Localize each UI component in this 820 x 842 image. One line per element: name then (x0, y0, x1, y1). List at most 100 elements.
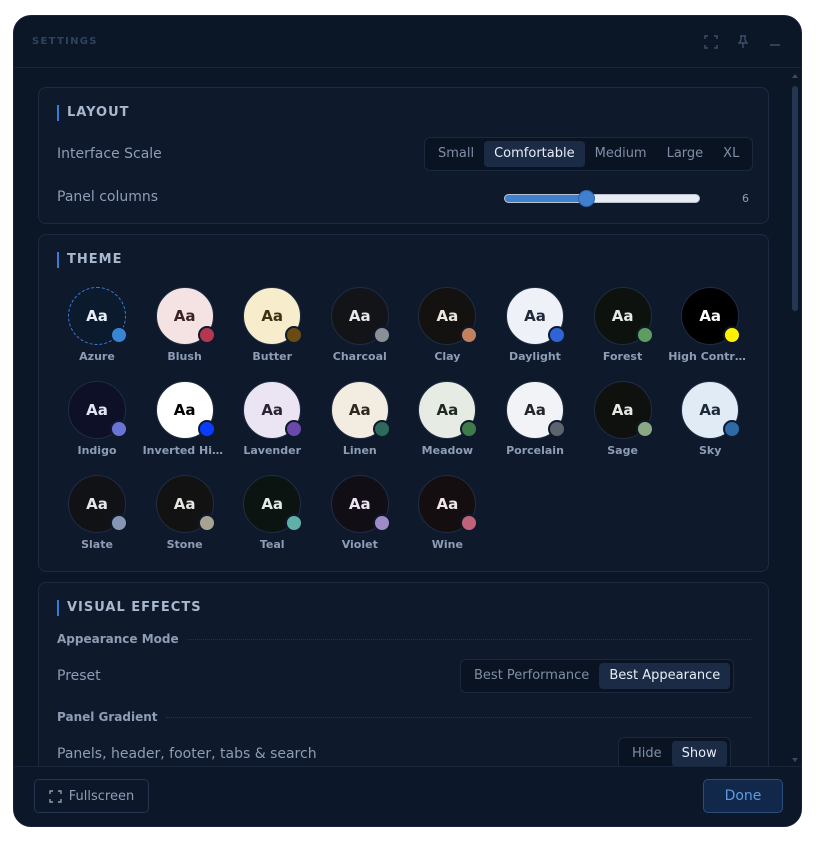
theme-sample-text: Aa (261, 401, 284, 419)
theme-name: Wine (431, 538, 463, 551)
theme-swatch-high-contrast[interactable]: Aa High Contrast (666, 287, 754, 363)
theme-accent-dot (460, 420, 479, 438)
theme-accent-dot (723, 326, 742, 344)
theme-swatch-forest[interactable]: Aa Forest (579, 287, 667, 363)
theme-swatch-charcoal[interactable]: Aa Charcoal (316, 287, 404, 363)
pin-icon[interactable] (735, 34, 751, 50)
theme-swatch-inverted-high-contrast[interactable]: Aa Inverted High Contrast (141, 381, 229, 457)
theme-swatch-linen[interactable]: Aa Linen (316, 381, 404, 457)
theme-sample-text: Aa (436, 495, 459, 513)
theme-name: Butter (252, 350, 292, 363)
theme-accent-dot (110, 420, 128, 438)
theme-preview: Aa (68, 475, 128, 533)
theme-name: Lavender (243, 444, 302, 457)
theme-sample-text: Aa (348, 307, 371, 325)
settings-scroll-area[interactable]: LAYOUT Interface Scale Small Comfortable M… (14, 69, 801, 766)
theme-swatch-wine[interactable]: Aa Wine (403, 475, 491, 551)
panel-gradient-option-hide[interactable]: Hide (622, 741, 672, 766)
theme-sample-text: Aa (86, 401, 108, 419)
preset-option-best-appearance[interactable]: Best Appearance (599, 663, 731, 689)
panel-columns-slider[interactable] (504, 190, 700, 207)
theme-preview: Aa (243, 381, 304, 439)
panel-columns-value: 6 (742, 192, 749, 205)
theme-accent-dot (372, 326, 391, 344)
appearance-mode-heading-text: Appearance Mode (57, 632, 179, 646)
theme-swatch-violet[interactable]: Aa Violet (316, 475, 404, 551)
scroll-up-icon[interactable] (792, 74, 798, 78)
panel-gradient-selector: Hide Show (618, 737, 731, 766)
panel-gradient-heading: Panel Gradient (57, 710, 752, 724)
preset-option-best-performance[interactable]: Best Performance (464, 663, 599, 689)
preset-label: Preset (57, 668, 101, 684)
theme-name: Inverted High Contrast (142, 444, 229, 457)
visual-effects-card-title: VISUAL EFFECTS (57, 600, 202, 616)
settings-window: SETTINGS LAYOUT Interface Scale Small Co… (13, 15, 802, 827)
theme-preview: Aa (330, 475, 391, 533)
theme-sample-text: Aa (348, 401, 371, 419)
scrollbar[interactable] (791, 74, 799, 762)
theme-accent-dot (372, 420, 391, 438)
theme-name: Meadow (421, 444, 474, 457)
theme-swatch-azure[interactable]: Aa Azure (53, 287, 141, 363)
interface-scale-option-large[interactable]: Large (657, 141, 714, 167)
theme-swatch-daylight[interactable]: Aa Daylight (491, 287, 579, 363)
theme-preview: Aa (330, 381, 391, 439)
slider-thumb[interactable] (578, 190, 596, 207)
theme-accent-dot (460, 326, 479, 344)
scrollbar-thumb[interactable] (792, 86, 798, 311)
interface-scale-option-xl[interactable]: XL (713, 141, 749, 167)
theme-preview: Aa (593, 287, 654, 345)
scroll-down-icon[interactable] (792, 758, 798, 762)
theme-name: Azure (79, 350, 115, 363)
panel-gradient-option-show[interactable]: Show (671, 741, 727, 766)
theme-swatch-clay[interactable]: Aa Clay (403, 287, 491, 363)
theme-swatch-stone[interactable]: Aa Stone (141, 475, 229, 551)
theme-swatch-sage[interactable]: Aa Sage (579, 381, 667, 457)
theme-preview: Aa (330, 287, 391, 345)
visual-effects-card: VISUAL EFFECTS Appearance Mode Preset Be… (38, 582, 769, 766)
theme-swatch-teal[interactable]: Aa Teal (228, 475, 316, 551)
appearance-mode-heading: Appearance Mode (57, 632, 752, 646)
theme-preview: Aa (155, 475, 216, 533)
theme-sample-text: Aa (524, 307, 546, 325)
theme-accent-dot (723, 420, 742, 438)
theme-sample-text: Aa (173, 401, 196, 419)
theme-name: Teal (259, 538, 285, 551)
theme-accent-dot (197, 514, 216, 532)
theme-accent-dot (460, 514, 479, 532)
window-title: SETTINGS (32, 36, 98, 47)
slider-fill (505, 195, 587, 202)
theme-swatch-porcelain[interactable]: Aa Porcelain (491, 381, 579, 457)
theme-name: Charcoal (332, 350, 387, 363)
expand-icon[interactable] (703, 34, 719, 50)
theme-preview: Aa (155, 381, 216, 439)
theme-sample-text: Aa (436, 401, 459, 419)
interface-scale-label: Interface Scale (57, 146, 162, 162)
panel-columns-label: Panel columns (57, 189, 159, 205)
interface-scale-option-comfortable[interactable]: Comfortable (484, 141, 585, 167)
theme-swatch-blush[interactable]: Aa Blush (141, 287, 229, 363)
panel-gradient-heading-text: Panel Gradient (57, 710, 158, 724)
minimize-icon[interactable] (767, 34, 783, 50)
theme-preview: Aa (506, 287, 566, 345)
theme-sample-text: Aa (86, 307, 108, 325)
theme-name: Blush (167, 350, 202, 363)
theme-name: Violet (341, 538, 378, 551)
fullscreen-button-label: Fullscreen (68, 788, 135, 804)
interface-scale-option-small[interactable]: Small (428, 141, 484, 167)
theme-swatch-slate[interactable]: Aa Slate (53, 475, 141, 551)
theme-swatch-meadow[interactable]: Aa Meadow (403, 381, 491, 457)
theme-preview: Aa (243, 287, 304, 345)
theme-accent-dot (285, 420, 304, 438)
theme-name: Slate (81, 538, 113, 551)
theme-sample-text: Aa (611, 307, 634, 325)
done-button[interactable]: Done (703, 779, 783, 813)
theme-swatch-indigo[interactable]: Aa Indigo (53, 381, 141, 457)
theme-accent-dot (548, 420, 566, 438)
theme-swatch-lavender[interactable]: Aa Lavender (228, 381, 316, 457)
preset-selector: Best Performance Best Appearance (460, 659, 735, 693)
interface-scale-option-medium[interactable]: Medium (585, 141, 657, 167)
fullscreen-button[interactable]: Fullscreen (34, 779, 149, 813)
theme-swatch-butter[interactable]: Aa Butter (228, 287, 316, 363)
theme-swatch-sky[interactable]: Aa Sky (666, 381, 754, 457)
